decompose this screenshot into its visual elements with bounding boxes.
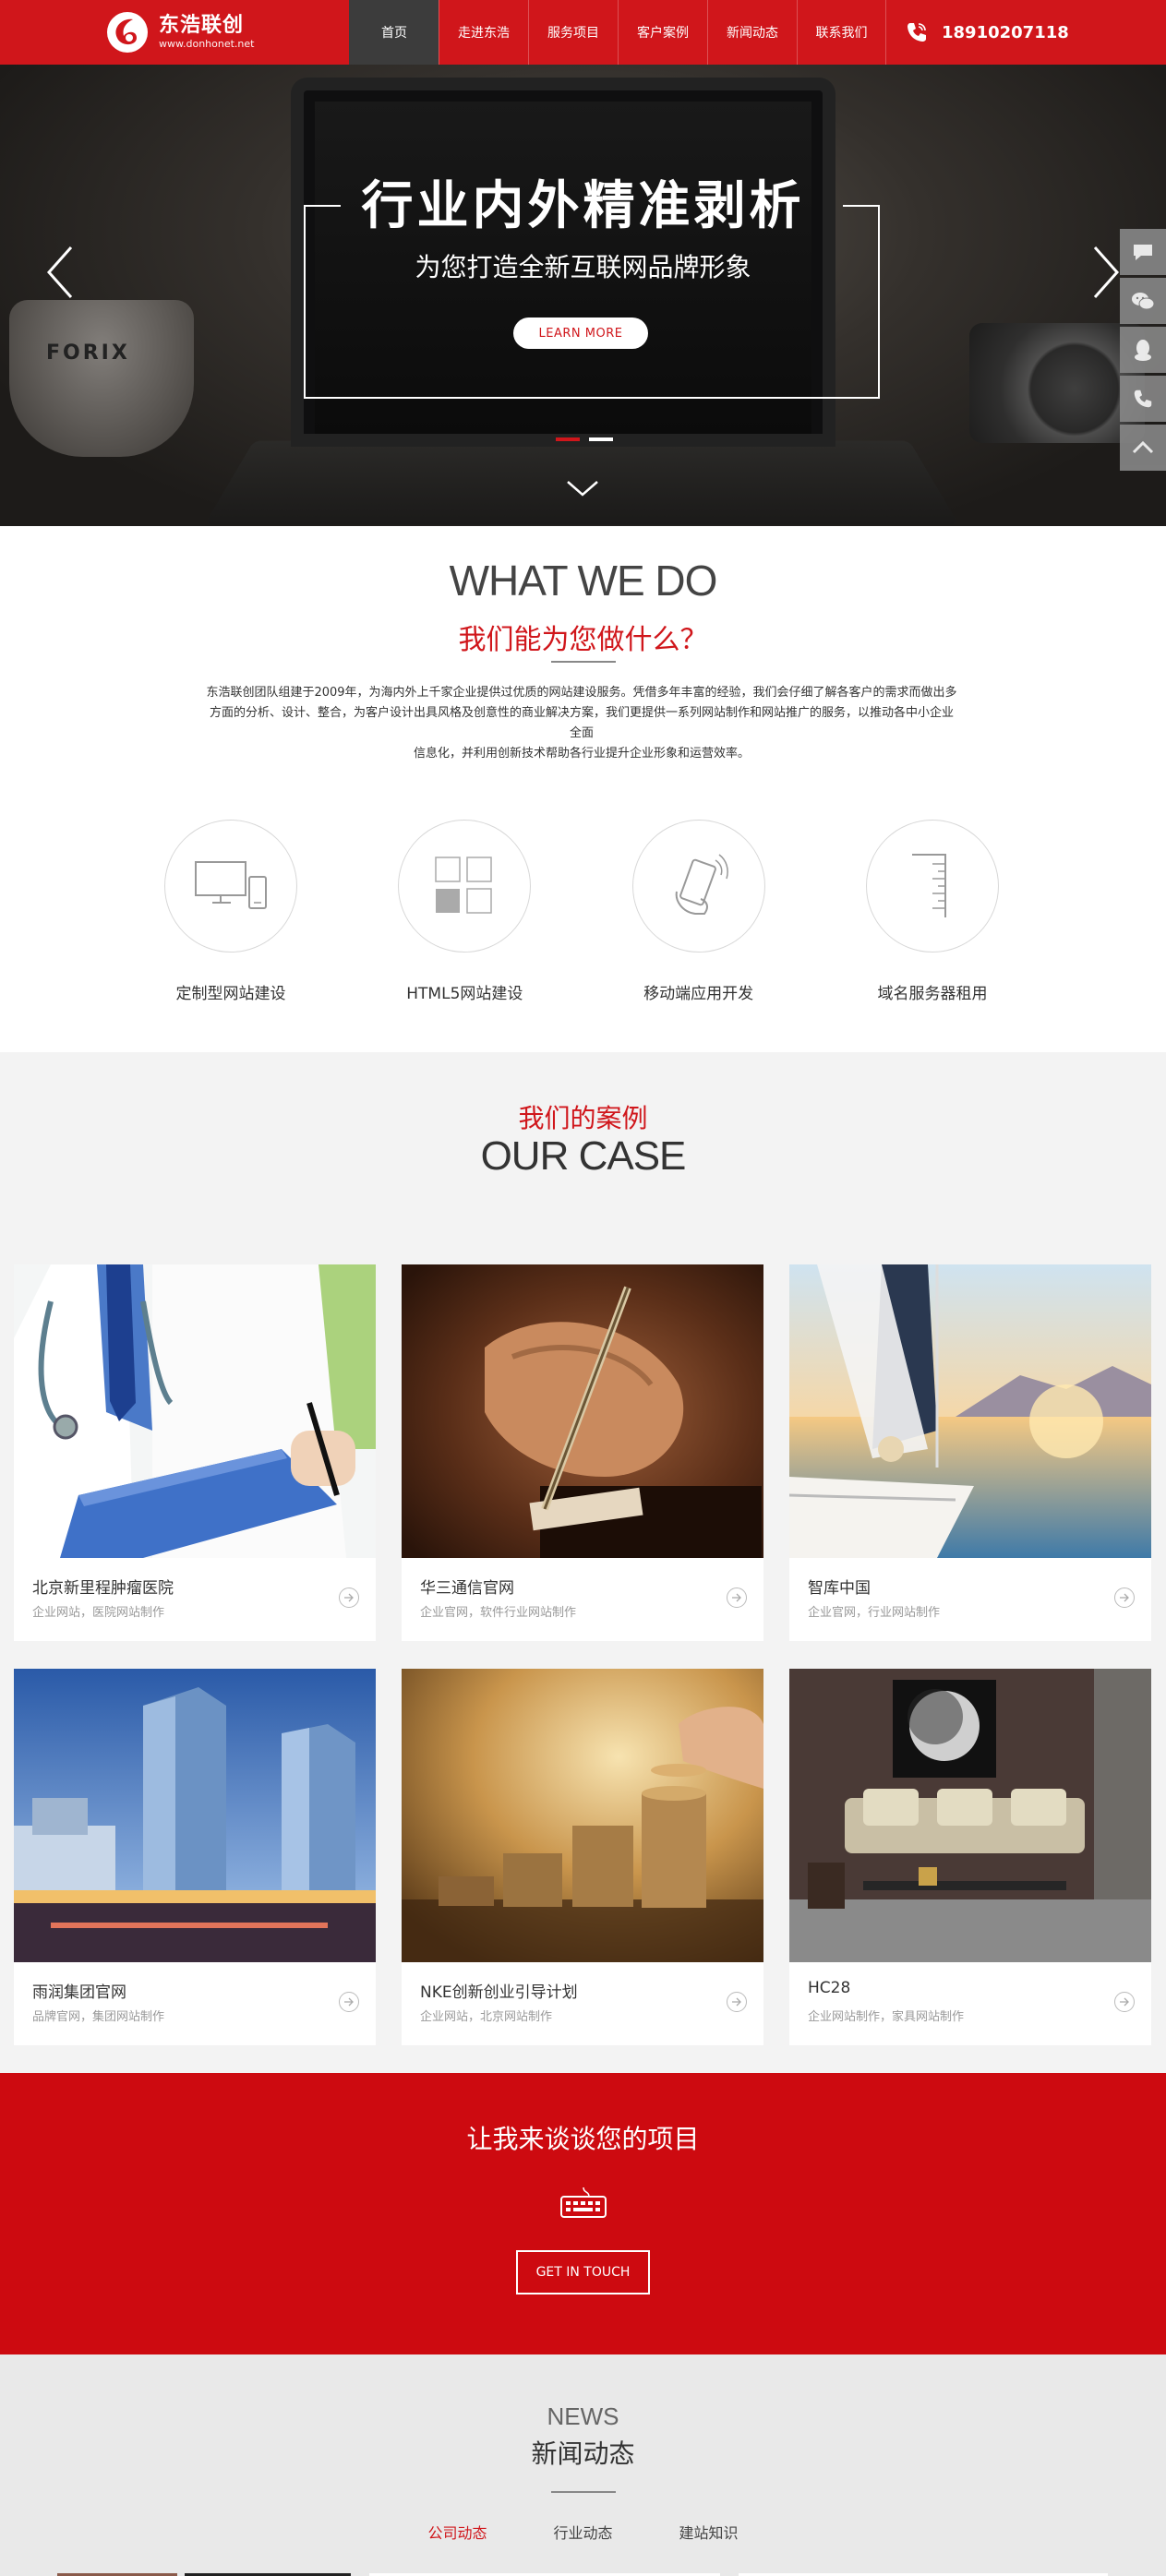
keyboard-icon	[559, 2186, 607, 2223]
tab-industry-news[interactable]: 行业动态	[553, 2521, 612, 2543]
hero-subtitle: 为您打造全新互联网品牌形象	[415, 252, 751, 282]
service-list: 定制型网站建设 HTML5网站建设 移动端应用开发 域名服务器租用	[138, 820, 1025, 1003]
nav-item-contact[interactable]: 联系我们	[797, 0, 886, 65]
phone-number: 18910207118	[942, 22, 1069, 42]
tab-company-news[interactable]: 公司动态	[427, 2521, 487, 2543]
main-nav: 首页 走进东浩 服务项目 客户案例 新闻动态 联系我们	[349, 0, 886, 65]
phone-icon	[908, 23, 926, 42]
case-image-hand-writing-pen	[402, 1264, 763, 1558]
service-html5-website[interactable]: HTML5网站建设	[372, 820, 557, 1003]
service-custom-website[interactable]: 定制型网站建设	[138, 820, 323, 1003]
case-card[interactable]: HC28 企业网站制作，家具网站制作	[789, 1669, 1151, 2045]
case-tags: 品牌官网，集团网站制作	[32, 2010, 165, 2024]
header-phone[interactable]: 18910207118	[905, 0, 1069, 65]
service-domain-server[interactable]: 域名服务器租用	[840, 820, 1025, 1003]
logo-url: www.donhonet.net	[159, 38, 255, 50]
floating-contact-bar	[1120, 229, 1166, 473]
news-divider	[551, 2491, 616, 2493]
hero-coffee-cup	[9, 300, 194, 457]
wechat-icon[interactable]	[1120, 278, 1166, 324]
hero-prev-arrow-icon[interactable]	[42, 240, 78, 305]
qq-penguin-icon[interactable]	[1120, 327, 1166, 373]
get-in-touch-button[interactable]: GET IN TOUCH	[516, 2250, 650, 2294]
site-header: 东浩联创 www.donhonet.net 首页 走进东浩 服务项目 客户案例 …	[0, 0, 1166, 65]
case-grid: 北京新里程肿瘤医院 企业网站，医院网站制作 华三通信官网 企业官网，软件行业网站…	[14, 1264, 1152, 2045]
case-image-coin-stacks	[402, 1669, 763, 1962]
hero-camera	[969, 323, 1145, 443]
monitor-devices-icon	[164, 820, 297, 953]
hero-pagination	[556, 437, 613, 441]
logo-name: 东浩联创	[159, 14, 245, 37]
service-label: HTML5网站建设	[406, 985, 523, 1003]
case-tags: 企业网站，北京网站制作	[420, 2010, 553, 2024]
service-label: 移动端应用开发	[643, 985, 754, 1003]
arrow-right-circle-icon[interactable]	[727, 1992, 747, 2012]
case-name: 雨润集团官网	[32, 1983, 126, 2002]
case-image-living-room-sofa	[789, 1669, 1151, 1962]
case-card[interactable]: 华三通信官网 企业官网，软件行业网站制作	[402, 1264, 763, 1641]
case-card[interactable]: NKE创新创业引导计划 企业网站，北京网站制作	[402, 1669, 763, 2045]
case-card[interactable]: 智库中国 企业官网，行业网站制作	[789, 1264, 1151, 1641]
hero-next-arrow-icon[interactable]	[1088, 240, 1124, 305]
tab-site-knowledge[interactable]: 建站知识	[679, 2521, 739, 2543]
hero-banner: FORIX 行业内外精准剥析 为您打造全新互联网品牌形象 LEARN MORE	[0, 65, 1166, 526]
server-ruler-icon	[865, 820, 999, 953]
service-label: 域名服务器租用	[877, 985, 988, 1003]
scroll-down-chevron-icon[interactable]	[564, 478, 601, 502]
hero-dot-1[interactable]	[556, 437, 580, 441]
case-card[interactable]: 北京新里程肿瘤医院 企业网站，医院网站制作	[14, 1264, 376, 1641]
arrow-right-circle-icon[interactable]	[1114, 1992, 1135, 2012]
case-image-doctor-clipboard	[14, 1264, 376, 1558]
site-logo[interactable]: 东浩联创 www.donhonet.net	[102, 7, 254, 57]
hand-phone-icon	[631, 820, 765, 953]
case-card[interactable]: 雨润集团官网 品牌官网，集团网站制作	[14, 1669, 376, 2045]
case-tags: 企业网站，医院网站制作	[32, 1606, 165, 1620]
contact-cta-section: 让我来谈谈您的项目 GET IN TOUCH	[0, 2073, 1166, 2354]
case-image-sailboat-sunset	[789, 1264, 1151, 1558]
learn-more-button[interactable]: LEARN MORE	[513, 318, 648, 349]
intro-title-en: WHAT WE DO	[449, 557, 718, 605]
case-tags: 企业官网，软件行业网站制作	[420, 1606, 577, 1620]
case-tags: 企业网站制作，家具网站制作	[808, 2010, 965, 2024]
arrow-right-circle-icon[interactable]	[339, 1992, 359, 2012]
case-name: 智库中国	[808, 1579, 871, 1598]
intro-divider	[551, 661, 616, 663]
case-name: NKE创新创业引导计划	[420, 1983, 578, 2002]
cases-title-cn: 我们的案例	[518, 1103, 648, 1133]
nav-item-services[interactable]: 服务项目	[528, 0, 618, 65]
arrow-right-circle-icon[interactable]	[1114, 1588, 1135, 1608]
case-tags: 企业官网，行业网站制作	[808, 1606, 941, 1620]
hero-title: 行业内外精准剥析	[361, 175, 805, 236]
nav-item-news[interactable]: 新闻动态	[707, 0, 797, 65]
nav-item-cases[interactable]: 客户案例	[618, 0, 707, 65]
message-bubble-icon[interactable]	[1120, 229, 1166, 275]
grid-blocks-icon	[398, 820, 532, 953]
arrow-right-circle-icon[interactable]	[727, 1588, 747, 1608]
nav-item-home[interactable]: 首页	[349, 0, 439, 65]
case-name: 北京新里程肿瘤医院	[32, 1579, 174, 1598]
arrow-right-circle-icon[interactable]	[339, 1588, 359, 1608]
intro-title-cn: 我们能为您做什么？	[458, 624, 708, 656]
case-name: 华三通信官网	[420, 1579, 514, 1598]
nav-item-about[interactable]: 走进东浩	[439, 0, 528, 65]
back-to-top-icon[interactable]	[1120, 425, 1166, 471]
service-label: 定制型网站建设	[175, 985, 286, 1003]
cta-title: 让我来谈谈您的项目	[466, 2124, 700, 2154]
case-name: HC28	[808, 1979, 851, 1997]
service-mobile-app[interactable]: 移动端应用开发	[607, 820, 791, 1003]
logo-swirl-icon	[102, 8, 153, 56]
news-title-cn: 新闻动态	[531, 2438, 635, 2469]
intro-description: 东浩联创团队组建于2009年，为海内外上千家企业提供过优质的网站建设服务。凭借多…	[206, 686, 957, 761]
cases-section: 我们的案例 OUR CASE 北京新里程肿瘤医院 企业网站，医院网站制作 华三通…	[0, 1052, 1166, 2073]
case-image-glass-skyscrapers	[14, 1669, 376, 1962]
news-title-en: NEWS	[547, 2402, 619, 2430]
phone-call-icon[interactable]	[1120, 376, 1166, 422]
hero-cup-brand: FORIX	[46, 341, 130, 365]
news-tabs: 公司动态 行业动态 建站知识	[0, 2521, 1166, 2543]
cases-title-en: OUR CASE	[480, 1133, 687, 1179]
news-section: NEWS 新闻动态 公司动态 行业动态 建站知识	[0, 2354, 1166, 2576]
hero-dot-2[interactable]	[589, 437, 613, 441]
